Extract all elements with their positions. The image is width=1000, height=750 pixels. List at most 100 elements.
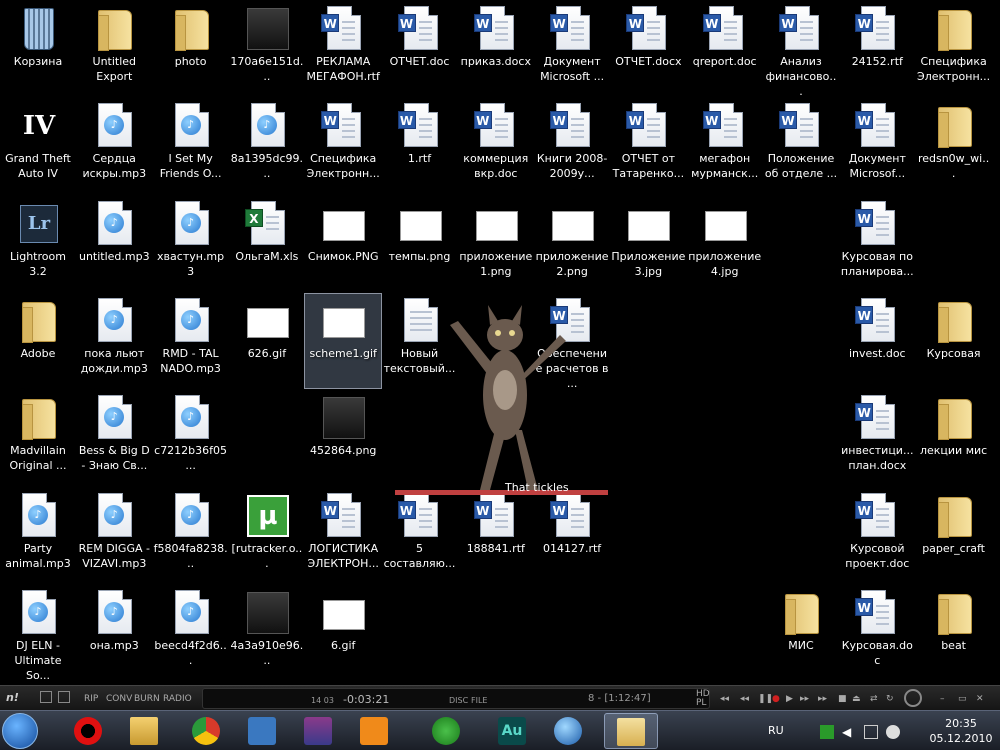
desktop-icon[interactable]: ♪ I Set My Friends O... [153, 99, 229, 193]
clock[interactable]: 20:35 05.12.2010 [928, 716, 994, 746]
player-panel-toggle-icon[interactable] [40, 691, 52, 703]
desktop-icon[interactable]: Курсовая [916, 294, 992, 388]
desktop-icon[interactable]: redsn0w_wi... [916, 99, 992, 193]
desktop-icon[interactable]: ♪ REM DIGGA - VIZAVI.mp3 [76, 489, 152, 583]
desktop-icon[interactable]: ♪ untitled.mp3 [76, 197, 152, 291]
player-volume-knob[interactable] [904, 689, 922, 707]
desktop-icon[interactable]: 452864.png [305, 391, 381, 485]
desktop-icon[interactable]: W Документ Microsoft ... [534, 2, 610, 96]
desktop-icon[interactable]: scheme1.gif [304, 292, 383, 389]
desktop-icon[interactable]: X ОльгаМ.xls [229, 197, 305, 291]
desktop-icon[interactable]: Wкоммерция вкр.doc [458, 99, 534, 193]
desktop-icon[interactable]: 6.gif [305, 586, 381, 680]
volume-icon[interactable]: ◀ [842, 725, 856, 739]
notification-icon[interactable] [886, 725, 900, 739]
player-forward-icon[interactable]: ▸▸ [800, 694, 809, 704]
desktop-icon[interactable]: ♪ f5804fa8238... [153, 489, 229, 583]
player-display[interactable]: 14 03 -0:03:21 DISC FILE 8 - [1:12:47] [202, 688, 710, 709]
desktop-icon[interactable]: Приложение 3.jpg [610, 197, 686, 291]
player-rewind-icon[interactable]: ◂◂ [740, 694, 749, 704]
player-file-label[interactable]: FILE [471, 696, 487, 705]
desktop-icon[interactable]: Корзина [0, 2, 76, 96]
desktop-icon[interactable]: ♪ c7212b36f05... [153, 391, 229, 485]
desktop-icon[interactable]: W Анализ финансово... [763, 2, 839, 98]
desktop-icon[interactable]: W 188841.rtf [458, 489, 534, 583]
desktop-icon[interactable]: µ [rutracker.o... [229, 489, 305, 583]
desktop-icon[interactable]: IV Grand Theft Auto IV [0, 99, 76, 193]
player-disc-label[interactable]: DISC [449, 696, 468, 705]
desktop-icon[interactable]: Wприказ.docx [458, 2, 534, 96]
desktop-icon[interactable]: приложение 2.png [534, 197, 610, 291]
taskbar-audition[interactable]: Au [486, 713, 540, 749]
taskbar-explorer[interactable] [118, 713, 172, 749]
desktop-icon[interactable]: photo [153, 2, 229, 96]
desktop-icon[interactable]: W Спецификa Электронн... [305, 99, 381, 193]
desktop-icon[interactable]: beat [916, 586, 992, 680]
player-record-icon[interactable]: ● [772, 694, 780, 704]
player-settings-icon[interactable] [58, 691, 70, 703]
desktop-icon[interactable]: Снимок.PNG [305, 197, 381, 291]
player-conv-button[interactable]: CONV [106, 694, 132, 704]
desktop-icon[interactable]: ♪ хвастун.mp3 [153, 197, 229, 291]
desktop-icon[interactable]: W ОТЧЕТ.doc [382, 2, 458, 96]
taskbar-opera[interactable] [62, 713, 116, 749]
desktop-icon[interactable]: ♪ Сердца искры.mp3 [76, 99, 152, 193]
desktop-icon[interactable]: МИС [763, 586, 839, 680]
player-pause-icon[interactable]: ❚❚ [758, 694, 773, 704]
desktop-icon[interactable]: ♪ она.mp3 [76, 586, 152, 680]
desktop-icon[interactable]: W РЕКЛАМА МЕГАФОН.rtf [305, 2, 381, 96]
taskbar-folder-window[interactable] [604, 713, 658, 749]
desktop-icon[interactable]: 170a6e151d... [229, 2, 305, 96]
desktop-icon[interactable]: Winvest.doc [839, 294, 915, 388]
desktop-icon[interactable]: W Курсовой проект.doc [839, 489, 915, 583]
desktop-icon[interactable]: W Документ Microsof... [839, 99, 915, 193]
desktop-icon[interactable]: Madvillain Original ... [0, 391, 76, 485]
desktop-icon[interactable]: ♪ RMD - TAL NADO.mp3 [153, 294, 229, 388]
network-icon[interactable] [864, 725, 878, 739]
player-mini-icon[interactable]: ▭ [958, 694, 967, 704]
desktop-icon[interactable]: Lr Lightroom 3.2 [0, 197, 76, 291]
desktop-icon[interactable]: W Курсовая по планирова... [839, 197, 915, 291]
taskbar-messenger[interactable] [420, 713, 474, 749]
desktop-icon[interactable]: ♪ 8a1395dc99... [229, 99, 305, 193]
desktop-icon[interactable]: paper_craft [916, 489, 992, 583]
desktop-icon[interactable]: приложение 4.jpg [687, 197, 763, 291]
player-next-icon[interactable]: ▸▸ [818, 694, 827, 704]
desktop-icon[interactable]: W ОТЧЕТ от Татаренко... [610, 99, 686, 193]
player-play-icon[interactable]: ▶ [786, 694, 793, 704]
desktop-icon[interactable]: Untitled Export [76, 2, 152, 96]
desktop-icon[interactable]: W 24152.rtf [839, 2, 915, 96]
desktop-icon[interactable]: 4a3a910e96... [229, 586, 305, 680]
taskbar-chrome[interactable] [180, 713, 234, 749]
desktop-icon[interactable]: ♪ Bess & Big D - Знаю Св... [76, 391, 152, 485]
desktop-icon[interactable]: W5 составляю... [382, 489, 458, 583]
desktop-icon[interactable]: 626.gif [229, 294, 305, 388]
desktop-icon[interactable]: W ОТЧЕТ.docx [610, 2, 686, 96]
desktop-icon[interactable]: лекции мис [916, 391, 992, 485]
player-close-icon[interactable]: ✕ [976, 694, 984, 704]
player-rip-button[interactable]: RIP [84, 694, 98, 704]
language-indicator[interactable]: RU [768, 724, 784, 737]
desktop-icon[interactable]: Wмегафон мурманск... [687, 99, 763, 193]
desktop-icon[interactable]: W 014127.rtf [534, 489, 610, 583]
desktop-icon[interactable]: ♪ DJ ELN - Ultimate So... [0, 586, 76, 682]
desktop-icon[interactable]: W 1.rtf [382, 99, 458, 193]
taskbar-winrar[interactable] [292, 713, 346, 749]
player-prev-icon[interactable]: ◂◂ [720, 694, 729, 704]
desktop-icon[interactable]: приложение 1.png [458, 197, 534, 291]
desktop-icon[interactable]: темпы.png [382, 197, 458, 291]
desktop-icon[interactable]: W ЛОГИСТИКА ЭЛЕКТРОН... [305, 489, 381, 583]
player-stop-icon[interactable]: ■ [838, 694, 847, 704]
player-radio-button[interactable]: RADIO [163, 694, 192, 704]
desktop-icon[interactable]: Adobe [0, 294, 76, 388]
taskbar-total-commander[interactable] [236, 713, 290, 749]
taskbar-fl-studio[interactable] [348, 713, 402, 749]
desktop-icon[interactable]: W Положение об отделе ... [763, 99, 839, 193]
player-shuffle-icon[interactable]: ⇄ [870, 694, 878, 704]
desktop-icon[interactable]: W Книги 2008-2009у... [534, 99, 610, 193]
desktop-icon[interactable]: ♪ beecd4f2d6... [153, 586, 229, 680]
desktop-icon[interactable]: ♪ пока льют дожди.mp3 [76, 294, 152, 388]
desktop-icon[interactable]: Wqreport.doc [687, 2, 763, 96]
desktop-icon[interactable]: W Курсовая.doc [839, 586, 915, 680]
desktop-icon[interactable]: Wинвестици... план.docx [839, 391, 915, 485]
